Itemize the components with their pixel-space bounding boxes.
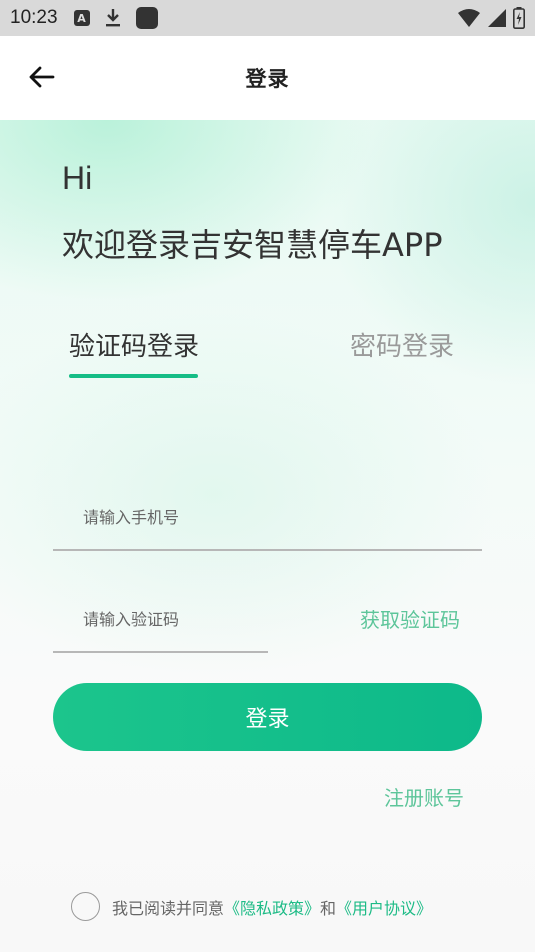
phone-input[interactable]: [83, 502, 463, 532]
arrow-left-icon: [29, 66, 55, 88]
register-link[interactable]: 注册账号: [384, 782, 464, 811]
user-agreement-link[interactable]: 《用户协议》: [336, 895, 432, 919]
download-icon: [104, 8, 122, 28]
app-header: 登录: [0, 36, 535, 120]
square-app-icon: [135, 7, 158, 29]
agreement-row: 我已阅读并同意 《隐私政策》 和 《用户协议》: [71, 892, 432, 921]
greeting-hi: Hi: [62, 160, 93, 196]
greeting-welcome: 欢迎登录吉安智慧停车APP: [62, 226, 443, 264]
status-icons-right: [457, 7, 525, 29]
tab-password-login[interactable]: 密码登录: [350, 326, 454, 363]
phone-input-underline: [53, 549, 482, 551]
login-content: Hi 欢迎登录吉安智慧停车APP 验证码登录 密码登录 获取验证码 登录 注册账…: [0, 120, 535, 952]
privacy-policy-link[interactable]: 《隐私政策》: [224, 895, 320, 919]
agreement-and: 和: [320, 898, 337, 918]
back-button[interactable]: [26, 62, 56, 92]
battery-icon: [513, 7, 525, 29]
agreement-prefix: 我已阅读并同意: [112, 898, 225, 918]
tab-sms-login[interactable]: 验证码登录: [69, 326, 199, 363]
verification-code-input[interactable]: [83, 604, 263, 634]
login-button[interactable]: 登录: [53, 683, 482, 751]
status-bar: 10:23 A: [0, 0, 535, 36]
wifi-icon: [458, 9, 480, 27]
signal-icon: [488, 9, 506, 27]
agreement-checkbox[interactable]: [71, 892, 100, 921]
status-time: 10:23: [10, 7, 58, 28]
page-title: 登录: [245, 67, 290, 91]
code-input-underline: [53, 651, 268, 653]
get-code-button[interactable]: 获取验证码: [360, 604, 460, 633]
active-tab-indicator: [69, 374, 198, 378]
a-notification-icon: A: [73, 10, 90, 26]
